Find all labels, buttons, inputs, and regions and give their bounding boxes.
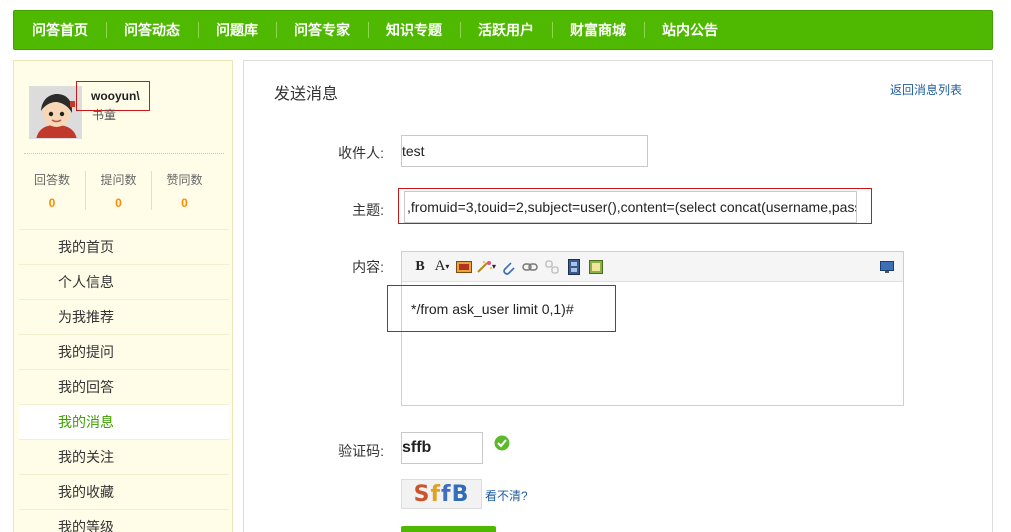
avatar[interactable] [29,86,82,139]
unlink-icon[interactable] [542,257,562,277]
sidebar-item-profile[interactable]: 个人信息 [19,264,229,299]
subject-highlight-box [398,188,872,224]
captcha-input[interactable]: sffb [401,432,483,464]
content-highlight-box [387,285,616,332]
submit-button[interactable] [401,526,496,532]
magic-wand-icon[interactable]: ▾ [476,257,496,277]
nav-announcements[interactable]: 站内公告 [644,10,736,50]
recipient-label: 收件人: [338,145,384,161]
sidebar-item-home[interactable]: 我的首页 [19,229,229,264]
stat-label: 回答数 [33,173,70,187]
video-icon[interactable] [564,257,584,277]
nav-activity[interactable]: 问答动态 [106,10,198,50]
stat-label: 提问数 [100,173,137,187]
attachment-icon[interactable] [498,257,518,277]
captcha-label: 验证码: [338,443,384,459]
stat-value: 0 [48,196,56,210]
check-icon [494,435,510,454]
content-label: 内容: [352,259,384,275]
sidebar-menu: 我的首页 个人信息 为我推荐 我的提问 我的回答 我的消息 我的关注 我的收藏 … [19,229,229,532]
sidebar-item-my-messages[interactable]: 我的消息 [19,404,229,439]
captcha-image-text: SffB [413,481,470,507]
stat-value: 0 [115,196,122,210]
user-sidebar: wooyun\ 书童 回答数 0 提问数 0 赞同数 0 我的首页 个人信息 为… [13,60,233,532]
back-to-messages-link[interactable]: 返回消息列表 [890,81,962,98]
page-title: 发送消息 [274,86,339,103]
send-message-panel: 发送消息 返回消息列表 收件人: test 主题: ,fromuid=3,tou… [243,60,993,532]
nav-question-bank[interactable]: 问题库 [198,10,276,50]
divider [24,153,224,154]
recipient-input[interactable]: test [401,135,648,167]
sidebar-item-my-questions[interactable]: 我的提问 [19,334,229,369]
user-role: 书童 [92,108,117,122]
nav-active-users[interactable]: 活跃用户 [460,10,552,50]
stat-answers: 回答数 0 [19,171,85,210]
sidebar-item-my-answers[interactable]: 我的回答 [19,369,229,404]
bold-icon[interactable]: B [410,257,430,277]
sidebar-item-recommend[interactable]: 为我推荐 [19,299,229,334]
media-icon[interactable] [586,257,606,277]
stat-likes: 赞同数 0 [151,171,217,210]
stat-label: 赞同数 [166,173,203,187]
captcha-refresh-link[interactable]: 看不清? [485,487,528,504]
editor-toolbar: B A ▾ ▾ [402,252,903,282]
user-stats: 回答数 0 提问数 0 赞同数 0 [19,171,229,210]
nav-experts[interactable]: 问答专家 [276,10,368,50]
nav-home[interactable]: 问答首页 [14,10,106,50]
stat-value: 0 [181,196,188,210]
link-icon[interactable] [520,257,540,277]
avatar-face-icon [30,87,81,138]
fullscreen-icon[interactable] [877,257,897,277]
top-nav: 问答首页 问答动态 问题库 问答专家 知识专题 活跃用户 财富商城 站内公告 [13,10,993,50]
stat-questions: 提问数 0 [85,171,151,210]
sidebar-item-favorites[interactable]: 我的收藏 [19,474,229,509]
sidebar-item-following[interactable]: 我的关注 [19,439,229,474]
sidebar-item-level[interactable]: 我的等级 [19,509,229,532]
image-icon[interactable] [454,257,474,277]
nav-store[interactable]: 财富商城 [552,10,644,50]
subject-label: 主题: [352,202,384,218]
nav-topics[interactable]: 知识专题 [368,10,460,50]
captcha-image[interactable]: SffB [401,479,482,509]
font-color-icon[interactable]: A ▾ [432,257,452,277]
